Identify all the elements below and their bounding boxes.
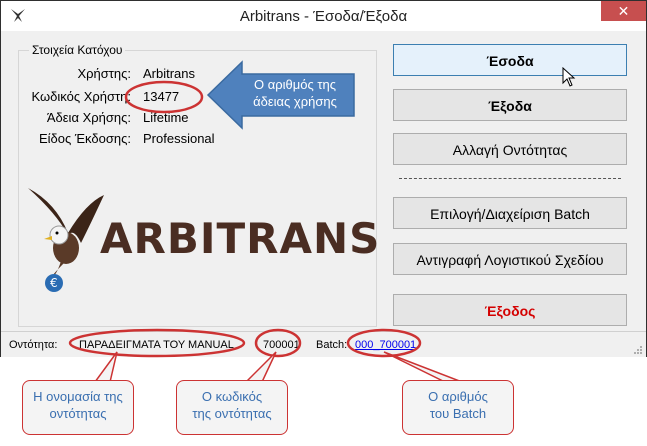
license-label: Άδεια Χρήσης: — [46, 110, 131, 125]
batch-label: Batch: — [316, 339, 348, 351]
eagle-logo: € — [28, 188, 104, 292]
user-code-value: 13477 — [143, 89, 180, 104]
entity-code-callout: Ο κωδικός της οντότητας — [176, 380, 288, 435]
window-title: Arbitrans - Έσοδα/Έξοδα — [239, 8, 408, 25]
exoda-button[interactable]: Έξοδα — [393, 89, 627, 121]
logo-wordmark: ARBITRANS — [100, 214, 381, 263]
status-bar: Οντότητα: ΠΑΡΑΔΕΙΓΜΑΤΑ ΤΟΥ MANUAL 700001… — [1, 331, 646, 357]
resize-grip-icon[interactable] — [633, 345, 643, 355]
title-bar: Arbitrans - Έσοδα/Έξοδα ✕ — [1, 1, 646, 31]
entity-code: 700001 — [263, 339, 300, 351]
change-entity-button[interactable]: Αλλαγή Οντότητας — [393, 133, 627, 165]
user-value: Arbitrans — [143, 66, 196, 81]
edition-value: Professional — [143, 131, 215, 146]
separator — [399, 178, 621, 179]
edition-label: Είδος Έκδοσης: — [38, 131, 131, 146]
license-value: Lifetime — [143, 110, 189, 125]
entity-name-callout: Η ονομασία της οντότητας — [22, 380, 134, 435]
main-window: Arbitrans - Έσοδα/Έξοδα ✕ Στοιχεία Κατόχ… — [0, 0, 647, 357]
batch-link[interactable]: 000_700001 — [355, 339, 416, 351]
license-arrow-text: Ο αριθμός της άδειας χρήσης — [253, 77, 337, 109]
batch-callout: Ο αριθμός του Batch — [402, 380, 514, 435]
svg-text:€: € — [50, 276, 58, 290]
exit-button[interactable]: Έξοδος — [393, 294, 627, 326]
entity-name: ΠΑΡΑΔΕΙΓΜΑΤΑ ΤΟΥ MANUAL — [79, 339, 234, 351]
close-icon[interactable]: ✕ — [618, 3, 630, 19]
user-code-label: Κωδικός Χρήστη: — [31, 89, 131, 104]
user-label: Χρήστης: — [77, 66, 131, 81]
close-button[interactable]: ✕ — [601, 1, 646, 21]
esoda-button[interactable]: Έσοδα — [393, 44, 627, 76]
owner-info-legend: Στοιχεία Κατόχου — [29, 43, 126, 57]
mouse-cursor-icon — [562, 67, 576, 87]
batch-button[interactable]: Επιλογή/Διαχείριση Batch — [393, 197, 627, 229]
entity-label: Οντότητα: — [9, 339, 58, 351]
copy-chart-button[interactable]: Αντιγραφή Λογιστικού Σχεδίου — [393, 243, 627, 275]
